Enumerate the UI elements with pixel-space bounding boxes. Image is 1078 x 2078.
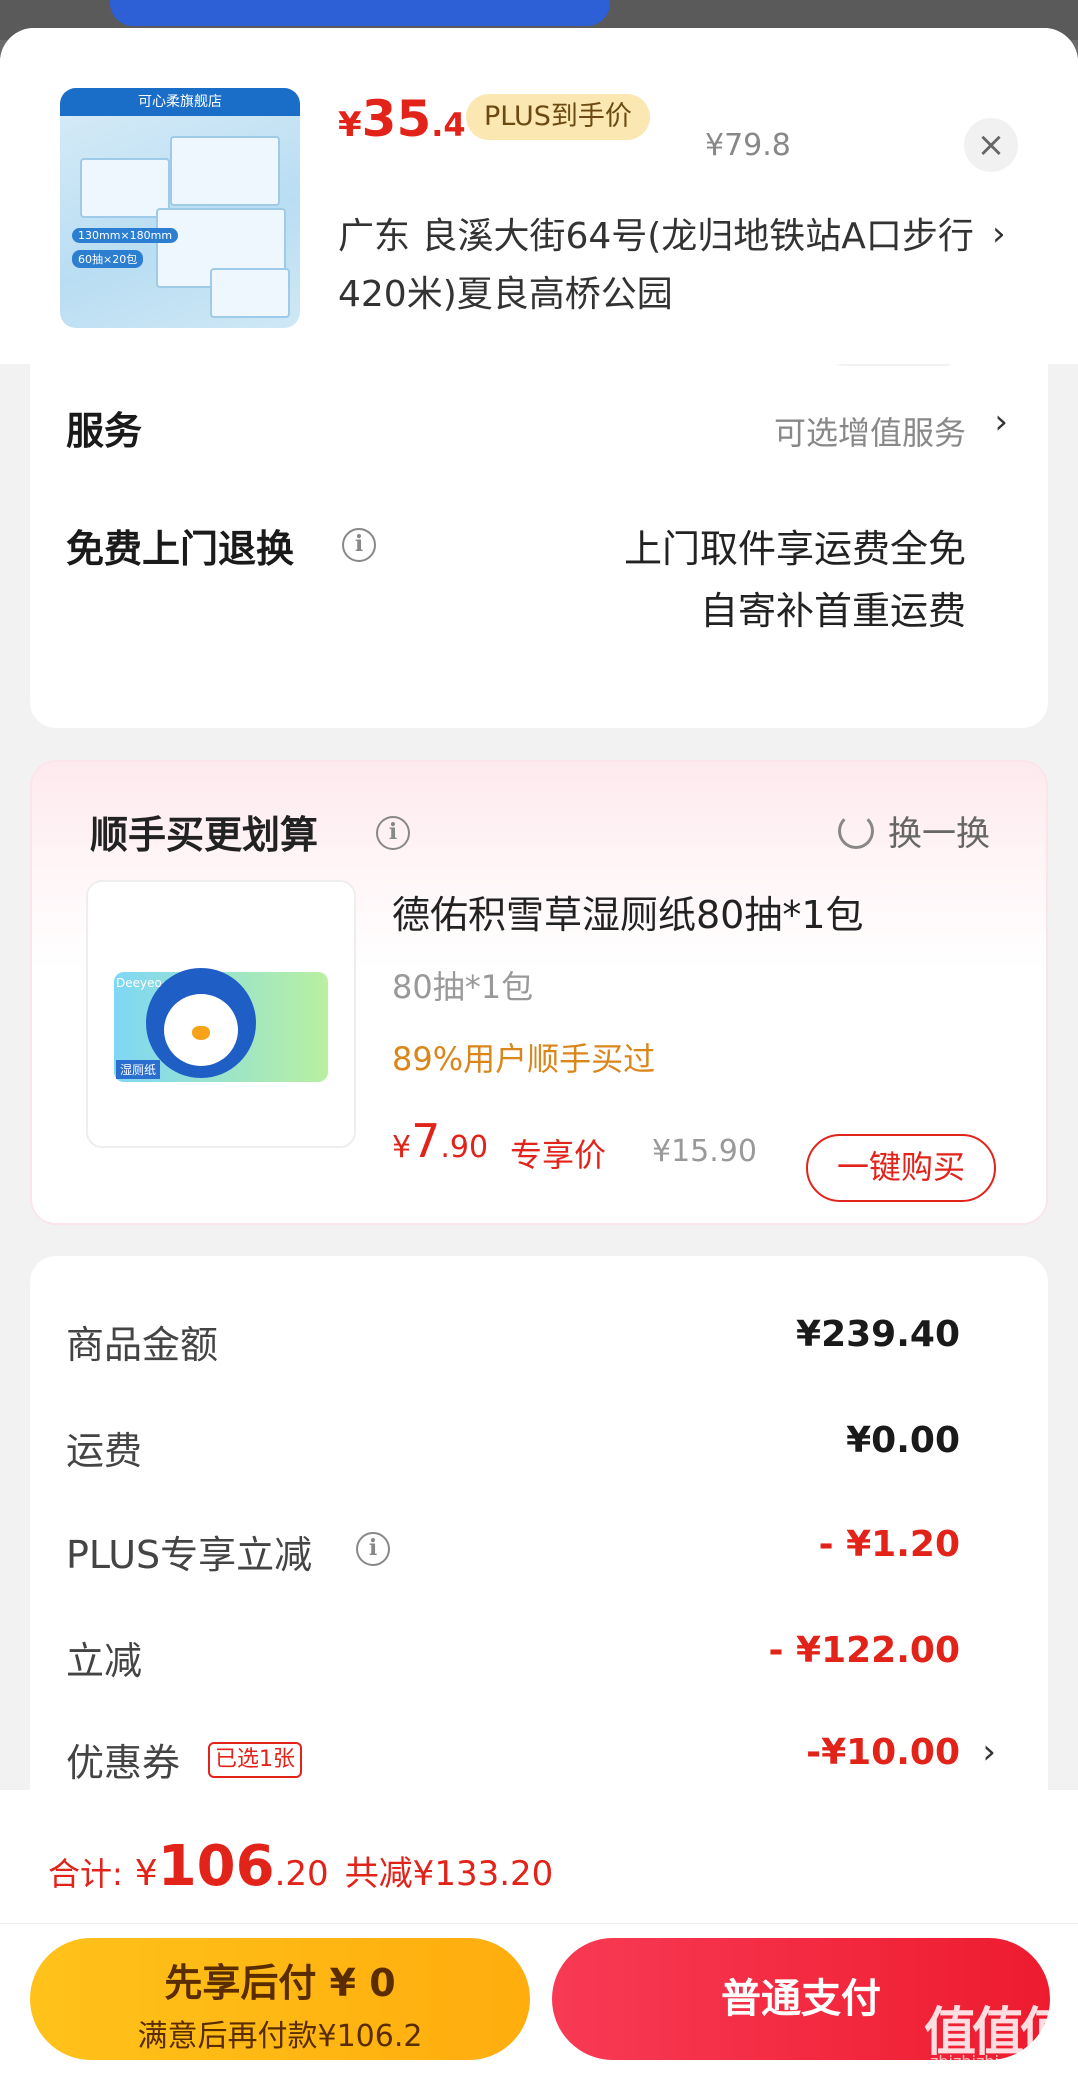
exclusive-price-label: 专享价 — [510, 1136, 607, 1174]
service-value[interactable]: 可选增值服务 — [774, 408, 966, 454]
thumbnail-tag: 60抽×20包 — [72, 250, 144, 268]
thumbnail-store-banner: 可心柔旗舰店 — [60, 88, 300, 116]
action-bar: 先享后付 ¥ 0 满意后再付款¥106.2 普通支付 — [0, 1924, 1078, 2078]
price-decimal: .90 — [440, 1130, 489, 1165]
plus-price: ¥ 35 .4 — [338, 90, 466, 150]
price-integer: 35 — [361, 90, 432, 148]
recommend-title: 顺手买更划算 — [90, 813, 319, 857]
total-symbol: ¥ — [134, 1853, 158, 1894]
image-label: 湿厕纸 — [116, 1060, 161, 1079]
price-symbol: ¥ — [338, 105, 362, 145]
free-return-line2: 自寄补首重运费 — [699, 589, 966, 633]
summary-value: ¥239.40 — [796, 1314, 960, 1355]
thumbnail-tag: 130mm×180mm — [72, 228, 179, 243]
refresh-label: 换一换 — [888, 814, 990, 854]
close-button[interactable]: × — [964, 118, 1018, 172]
total-saved: 共减¥133.20 — [344, 1854, 554, 1894]
price-summary-card: 商品金额 ¥239.40 运费 ¥0.00 PLUS专享立减 i - ¥1.20… — [30, 1256, 1048, 1816]
summary-value: ¥0.00 — [846, 1420, 960, 1461]
summary-label: PLUS专享立减 — [66, 1533, 313, 1577]
info-icon[interactable]: i — [356, 1532, 390, 1566]
summary-row-plus-discount: PLUS专享立减 i - ¥1.20 — [66, 1524, 996, 1584]
recommend-item-name[interactable]: 德佑积雪草湿厕纸80抽*1包 — [392, 884, 864, 939]
info-icon-glyph: i — [356, 1532, 390, 1566]
recommend-item-spec: 80抽*1包 — [392, 968, 534, 1006]
chevron-right-icon[interactable]: › — [992, 214, 1006, 254]
summary-label: 商品金额 — [66, 1323, 219, 1367]
thumbnail-box — [210, 268, 290, 318]
chevron-right-icon[interactable]: › — [994, 402, 1008, 442]
total-bar: 合计: ¥ 106 .20 共减¥133.20 — [0, 1790, 1078, 1924]
service-label: 服务 — [66, 409, 143, 453]
order-total: 合计: ¥ 106 .20 共减¥133.20 — [48, 1834, 553, 1899]
pay-later-title: 先享后付 ¥ 0 — [164, 1961, 396, 2005]
recommend-social-proof: 89%用户顺手买过 — [392, 1040, 656, 1078]
chevron-right-icon[interactable]: › — [982, 1732, 996, 1772]
recommend-card: 顺手买更划算 i 换一换 Deeyeo 湿厕纸 德佑积雪草湿厕纸80抽*1包 8… — [30, 760, 1048, 1225]
coupon-badge: 已选1张 — [208, 1742, 302, 1778]
summary-row-instant-discount: 立减 - ¥122.00 — [66, 1630, 996, 1690]
thumbnail-box — [170, 136, 280, 206]
price-decimal: .4 — [431, 106, 466, 144]
info-icon[interactable]: i — [376, 816, 410, 850]
summary-row-coupon[interactable]: 优惠券 已选1张 -¥10.00 › — [66, 1732, 996, 1792]
info-icon[interactable]: i — [342, 528, 376, 562]
product-thumbnail: 可心柔旗舰店 130mm×180mm 60抽×20包 — [60, 88, 300, 328]
summary-row-subtotal: 商品金额 ¥239.40 — [66, 1314, 996, 1374]
image-brand: Deeyeo — [116, 976, 162, 990]
total-decimal: .20 — [274, 1854, 329, 1894]
summary-value: - ¥122.00 — [768, 1630, 960, 1671]
summary-row-shipping: 运费 ¥0.00 — [66, 1420, 996, 1480]
price-integer: 7 — [411, 1114, 441, 1168]
summary-value: -¥10.00 — [806, 1732, 960, 1773]
total-integer: 106 — [157, 1834, 275, 1899]
pay-later-button[interactable]: 先享后付 ¥ 0 满意后再付款¥106.2 — [30, 1938, 530, 2060]
pay-later-subtitle: 满意后再付款¥106.2 — [137, 2019, 423, 2054]
penguin-beak — [192, 1026, 210, 1040]
one-click-buy-button[interactable]: 一键购买 — [806, 1134, 996, 1202]
recommend-original-price: ¥15.90 — [652, 1134, 757, 1169]
refresh-icon — [838, 812, 874, 849]
backdrop-pill — [110, 0, 610, 26]
delivery-address[interactable]: 广东 良溪大街64号(龙归地铁站A口步行420米)夏良高桥公园 — [338, 208, 978, 324]
plus-badge: PLUS到手价 — [466, 94, 650, 140]
refresh-button[interactable]: 换一换 — [838, 806, 990, 855]
summary-label: 立减 — [66, 1639, 143, 1683]
summary-label: 运费 — [66, 1429, 143, 1473]
product-header: 可心柔旗舰店 130mm×180mm 60抽×20包 ¥ 35 .4 PLUS到… — [0, 28, 1078, 364]
summary-value: - ¥1.20 — [818, 1524, 960, 1565]
recommend-price: ¥ 7 .90 — [392, 1114, 488, 1168]
options-card: 数量 ⌄ 服务 可选增值服务 › 免费上门退换 i 上门取件享运费全免 自寄补首… — [30, 318, 1048, 728]
free-return-label: 免费上门退换 — [66, 527, 295, 571]
price-symbol: ¥ — [392, 1130, 412, 1165]
checkout-sheet: 可心柔旗舰店 130mm×180mm 60抽×20包 ¥ 35 .4 PLUS到… — [0, 28, 1078, 2078]
summary-label: 优惠券 — [66, 1741, 181, 1785]
info-icon-glyph: i — [342, 528, 376, 562]
total-label: 合计: — [48, 1855, 123, 1893]
recommend-product-image[interactable]: Deeyeo 湿厕纸 — [86, 880, 356, 1148]
original-price: ¥79.8 — [705, 128, 791, 163]
free-return-line1: 上门取件享运费全免 — [623, 527, 966, 571]
watermark-url: zhizhizhi.com — [930, 2052, 1039, 2071]
info-icon-glyph: i — [376, 816, 410, 850]
